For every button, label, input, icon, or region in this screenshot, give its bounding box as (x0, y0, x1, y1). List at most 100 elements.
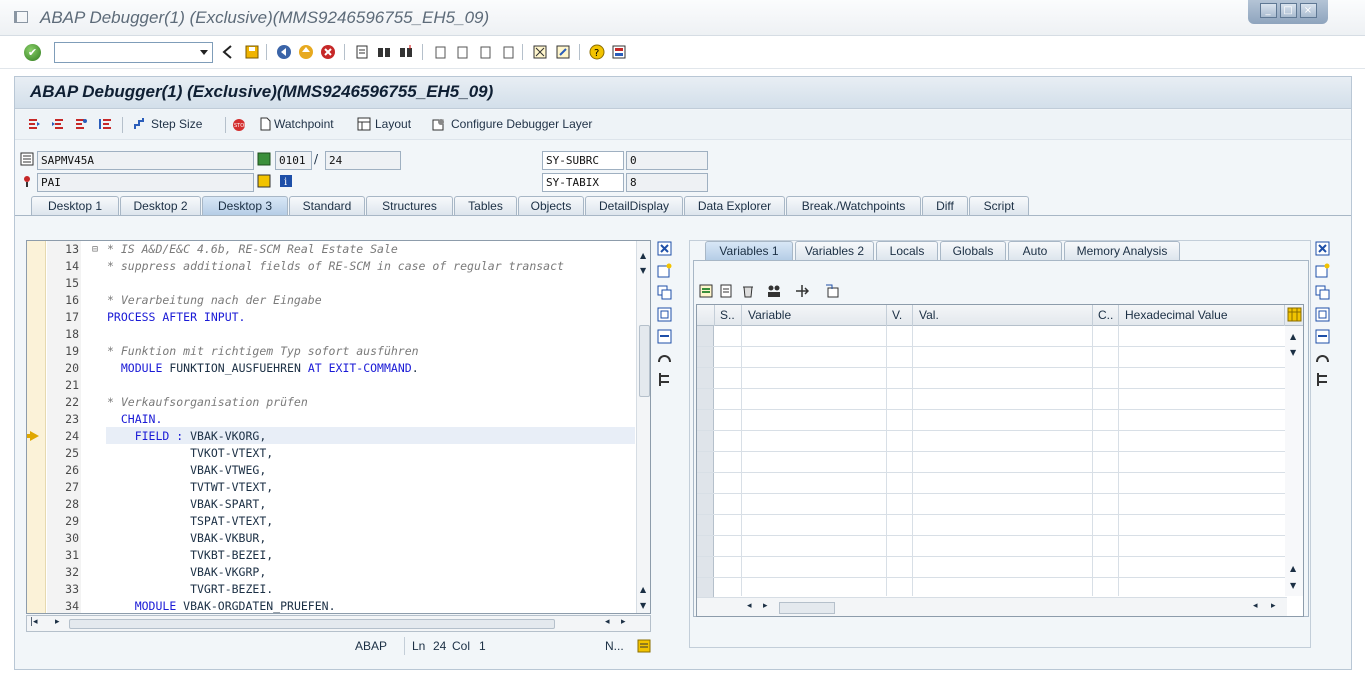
new-tool-icon[interactable] (657, 263, 672, 278)
tab-globals[interactable]: Globals (940, 241, 1006, 260)
step-size-button[interactable]: Step Size (151, 117, 202, 131)
code-line[interactable]: 23 CHAIN. (27, 411, 635, 428)
new-session-icon[interactable] (532, 44, 548, 60)
scroll-right-icon[interactable]: ▸ (763, 601, 768, 611)
code-line[interactable]: 17 PROCESS AFTER INPUT. (27, 309, 635, 326)
tab-detaildisplay[interactable]: DetailDisplay (585, 196, 683, 215)
table-row[interactable] (697, 326, 1287, 347)
code-line[interactable]: 22 * Verkaufsorganisation prüfen (27, 394, 635, 411)
column-header-s[interactable]: S.. (715, 305, 742, 326)
select-layout-icon[interactable] (825, 284, 839, 298)
code-line[interactable]: 13 * IS A&D/E&C 4.6b, RE-SCM Real Estate … (27, 241, 635, 258)
back-arrow-icon[interactable] (220, 44, 236, 60)
code-line[interactable]: 19 * Funktion mit richtigem Typ sofort au… (27, 343, 635, 360)
swap-tool-icon[interactable] (657, 329, 672, 344)
row-selector[interactable] (697, 494, 714, 514)
tab-auto[interactable]: Auto (1008, 241, 1062, 260)
row-selector[interactable] (697, 326, 714, 346)
scroll-right-icon[interactable]: ▸ (55, 617, 60, 627)
collapse-icon[interactable]: ⊟ (92, 241, 98, 258)
import-icon[interactable] (699, 284, 713, 298)
scroll-thumb[interactable] (779, 602, 835, 614)
step-size-icon[interactable] (133, 117, 147, 131)
first-page-icon[interactable] (432, 44, 448, 60)
tab-script[interactable]: Script (969, 196, 1029, 215)
scroll-down-icon[interactable]: ▼ (1290, 348, 1296, 357)
code-line[interactable]: 16 * Verarbeitung nach der Eingabe (27, 292, 635, 309)
tab-desktop-2[interactable]: Desktop 2 (120, 196, 201, 215)
scroll-thumb[interactable] (639, 325, 650, 397)
event-detail-icon[interactable] (257, 174, 271, 188)
replace-tool-icon[interactable] (1315, 285, 1330, 300)
row-selector[interactable] (697, 368, 714, 388)
scroll-down-icon[interactable]: ▼ (640, 601, 646, 610)
tab-standard[interactable]: Standard (289, 196, 365, 215)
move-icon[interactable] (795, 284, 809, 298)
column-header-variable[interactable]: Variable (742, 305, 887, 326)
services-icon[interactable] (1315, 350, 1330, 365)
minimize-icon[interactable]: _ (1259, 3, 1277, 18)
table-row[interactable] (697, 536, 1287, 557)
table-vertical-scrollbar[interactable]: ▲ ▼ ▲ ▼ (1285, 326, 1303, 596)
row-selector[interactable] (697, 410, 714, 430)
table-row[interactable] (697, 515, 1287, 536)
tab-memory-analysis[interactable]: Memory Analysis (1064, 241, 1180, 260)
editor-vertical-scrollbar[interactable]: ▲ ▼ ▲ ▼ (636, 241, 650, 613)
maximize-tool-icon[interactable] (1315, 307, 1330, 322)
code-line[interactable]: 14 * suppress additional fields of RE-SCM… (27, 258, 635, 275)
code-line[interactable]: 30 VBAK-VKBUR, (27, 530, 635, 547)
code-line[interactable]: 20 MODULE FUNKTION_AUSFUEHREN AT EXIT-CO… (27, 360, 635, 377)
row-selector[interactable] (697, 578, 714, 598)
close-icon[interactable]: × (1299, 3, 1317, 18)
table-row[interactable] (697, 452, 1287, 473)
source-code-editor[interactable]: 13 * IS A&D/E&C 4.6b, RE-SCM Real Estate … (26, 240, 651, 614)
table-row[interactable] (697, 578, 1287, 599)
table-row[interactable] (697, 410, 1287, 431)
code-line[interactable]: 34 MODULE VBAK-ORGDATEN_PRUEFEN. (27, 598, 635, 613)
code-line[interactable]: 26 VBAK-VTWEG, (27, 462, 635, 479)
tab-desktop-3[interactable]: Desktop 3 (202, 196, 288, 215)
scroll-up-icon[interactable]: ▲ (1290, 332, 1296, 341)
first-column-icon[interactable]: |◂ (30, 617, 38, 627)
tab-variables-2[interactable]: Variables 2 (795, 241, 874, 260)
row-selector[interactable] (697, 452, 714, 472)
code-line[interactable]: 25 TVKOT-VTEXT, (27, 445, 635, 462)
save-icon[interactable] (244, 44, 260, 60)
layout-button[interactable]: Layout (375, 117, 411, 131)
column-header-c[interactable]: C.. (1093, 305, 1119, 326)
tab-desktop-1[interactable]: Desktop 1 (31, 196, 119, 215)
table-row[interactable] (697, 389, 1287, 410)
column-header-v[interactable]: V. (887, 305, 913, 326)
find-next-icon[interactable] (398, 44, 414, 60)
last-page-icon[interactable] (500, 44, 516, 60)
person-group-icon[interactable] (767, 284, 781, 298)
scroll-left-icon[interactable]: ◂ (1253, 601, 1258, 611)
new-tool-icon[interactable] (1315, 263, 1330, 278)
delete-icon[interactable] (741, 284, 755, 298)
screen-icon[interactable] (257, 152, 271, 166)
help-icon[interactable]: ? (589, 44, 605, 60)
row-selector-header[interactable] (697, 305, 715, 326)
code-line[interactable]: 15 (27, 275, 635, 292)
shortcut-icon[interactable] (555, 44, 571, 60)
print-icon[interactable] (354, 44, 370, 60)
tab-structures[interactable]: Structures (366, 196, 453, 215)
table-row[interactable] (697, 368, 1287, 389)
table-row[interactable] (697, 347, 1287, 368)
variables-table[interactable]: S.. Variable V. Val. C.. Hexadecimal Val… (696, 304, 1304, 617)
scroll-up-icon[interactable]: ▲ (1290, 564, 1296, 573)
code-line[interactable]: 27 TVTWT-VTEXT, (27, 479, 635, 496)
tab-locals[interactable]: Locals (876, 241, 938, 260)
table-row[interactable] (697, 557, 1287, 578)
column-header-hex[interactable]: Hexadecimal Value (1119, 305, 1285, 326)
stop-icon[interactable]: STOP (232, 118, 246, 132)
copy-variable-icon[interactable] (720, 284, 734, 298)
next-page-icon[interactable] (477, 44, 493, 60)
row-selector[interactable] (697, 557, 714, 577)
code-line[interactable]: 24 FIELD : VBAK-VKORG, (27, 428, 635, 445)
customize-layout-icon[interactable] (611, 44, 627, 60)
column-header-value[interactable]: Val. (913, 305, 1093, 326)
row-selector[interactable] (697, 473, 714, 493)
table-row[interactable] (697, 431, 1287, 452)
enter-icon[interactable]: ✔ (24, 44, 41, 61)
